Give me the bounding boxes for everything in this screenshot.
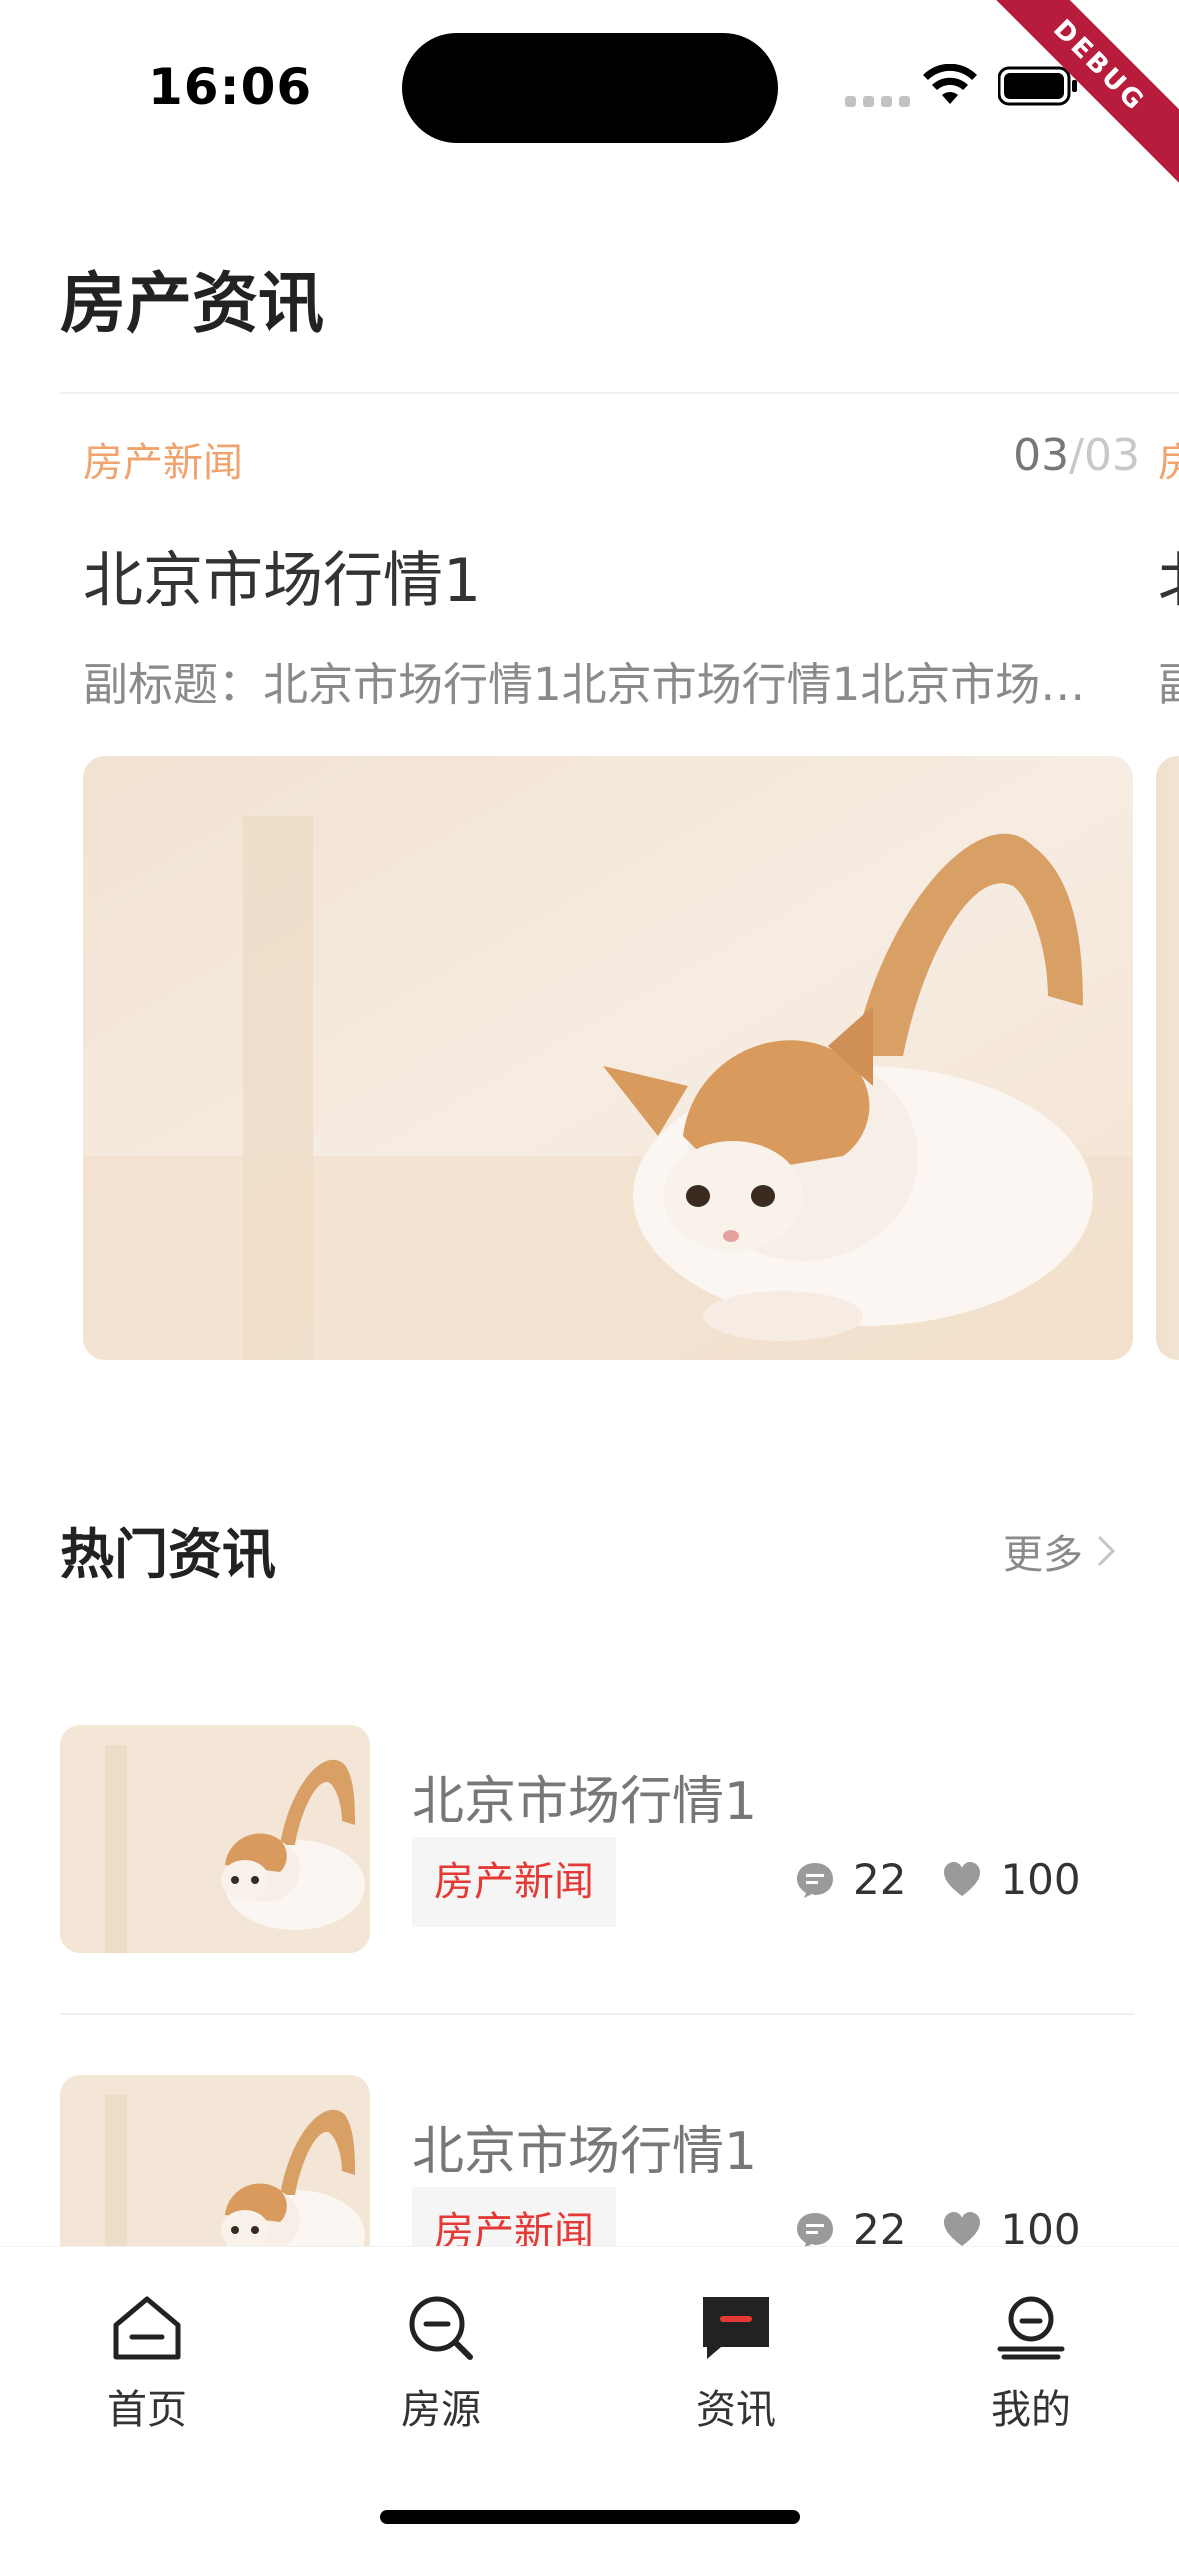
status-time: 16:06 [148, 58, 313, 116]
next-card-category: 房 [1158, 440, 1179, 486]
card-title: 北京市场行情1 [83, 546, 482, 616]
carousel-total: 03 [1084, 430, 1140, 481]
chevron-right-icon [1097, 1535, 1116, 1567]
card-category: 房产新闻 [83, 440, 243, 486]
carousel-counter: 03/03 [950, 430, 1140, 481]
comment-count: 22 [853, 1855, 907, 1904]
wifi-icon [923, 64, 977, 104]
news-title: 北京市场行情1 [412, 2122, 758, 2182]
more-button[interactable]: 更多 [1003, 1522, 1117, 1580]
tab-news-label: 资讯 [696, 2387, 776, 2433]
next-card-subtitle: 副 [1158, 648, 1179, 713]
tab-listings[interactable]: 房源 [341, 2291, 541, 2435]
battery-icon [998, 66, 1077, 106]
card-subtitle: 副标题：北京市场行情1北京市场行情1北京市场行情1 [83, 658, 1125, 711]
list-divider [60, 2013, 1134, 2015]
heart-icon [944, 1861, 981, 1896]
next-carousel-card[interactable]: 房 北 副 [1155, 410, 1179, 1390]
comment-stat: 22 [795, 1855, 906, 1904]
title-divider [60, 392, 1179, 394]
news-stats: 22 100 [795, 1855, 1117, 1904]
dynamic-island [402, 33, 778, 143]
carousel-current-index: 03 [1013, 430, 1070, 481]
news-carousel-card[interactable]: 房产新闻 03/03 北京市场行情1 副标题：北京市场行情1北京市场行情1北京市… [60, 410, 1140, 1390]
tab-news[interactable]: 资讯 [636, 2291, 836, 2435]
heart-icon [944, 2211, 981, 2246]
kitten-photo [83, 756, 1133, 1360]
carousel-separator: / [1069, 430, 1084, 481]
news-list-item[interactable]: 北京市场行情1 房产新闻 22 100 [60, 1725, 1134, 1955]
tab-home-label: 首页 [107, 2387, 187, 2433]
hot-news-title: 热门资讯 [60, 1523, 276, 1586]
home-icon [113, 2296, 181, 2360]
profile-icon [997, 2296, 1065, 2360]
comment-icon [797, 1862, 833, 1898]
news-thumbnail [60, 1725, 370, 1953]
cellular-signal-icon [845, 96, 910, 107]
comment-icon [797, 2212, 833, 2248]
search-icon [409, 2296, 473, 2360]
news-category-tag: 房产新闻 [412, 1837, 616, 1927]
tab-profile-label: 我的 [991, 2387, 1071, 2433]
next-card-image [1156, 756, 1179, 1360]
message-icon [703, 2297, 769, 2359]
like-count: 100 [1000, 1855, 1081, 1904]
home-indicator [380, 2510, 800, 2524]
tab-home[interactable]: 首页 [47, 2291, 247, 2435]
next-card-title: 北 [1158, 532, 1179, 619]
status-bar: 16:06 DEBUG [0, 0, 1179, 191]
news-title: 北京市场行情1 [412, 1772, 758, 1832]
tab-listings-label: 房源 [401, 2387, 481, 2433]
like-stat: 100 [942, 1855, 1081, 1904]
more-label: 更多 [1003, 1532, 1083, 1578]
tab-profile[interactable]: 我的 [931, 2291, 1131, 2435]
page-title: 房产资讯 [60, 265, 324, 342]
